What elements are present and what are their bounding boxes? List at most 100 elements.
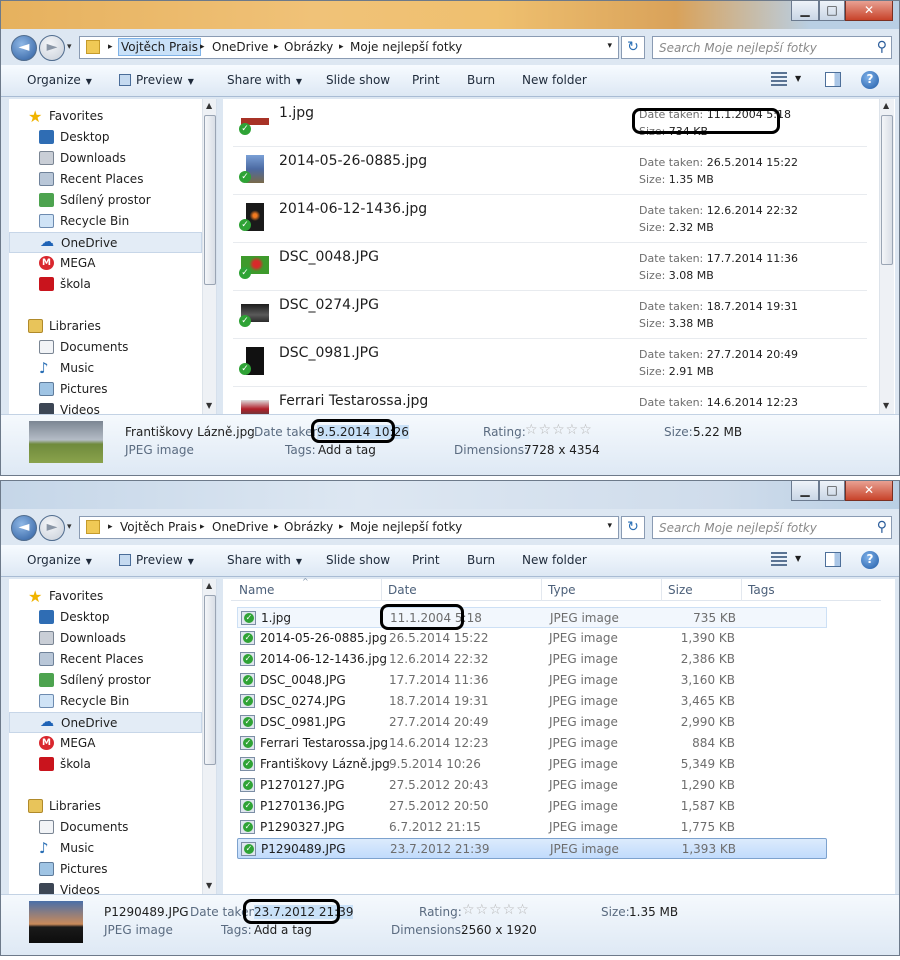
sidebar-item-mega[interactable]: M MEGA	[9, 253, 202, 274]
minimize-button[interactable]: ▁	[791, 1, 819, 21]
sidebar-item-onedrive[interactable]: ☁ OneDrive	[9, 232, 202, 253]
title-bar[interactable]: ▁ □ ✕	[1, 481, 899, 509]
sidebar-item-music[interactable]: ♪ Music	[9, 838, 202, 859]
sidebar-item-recycle-bin[interactable]: Recycle Bin	[9, 691, 202, 712]
sidebar-item-recycle-bin[interactable]: Recycle Bin	[9, 211, 202, 232]
organize-menu[interactable]: Organize ▼	[27, 553, 92, 567]
burn-button[interactable]: Burn	[467, 73, 495, 87]
column-tags[interactable]: Tags	[748, 583, 775, 597]
breadcrumb-moje-nejlepsi-fotky[interactable]: Moje nejlepší fotky	[350, 40, 462, 54]
table-row[interactable]: ✓ Ferrari Testarossa.jpg 14.6.2014 12:23 JP…	[237, 733, 827, 754]
table-row[interactable]: ✓ DSC_0274.JPG 18.7.2014 19:31 JPEG image 3,…	[237, 691, 827, 712]
view-options-icon[interactable]	[771, 552, 787, 568]
sidebar-favorites[interactable]: ★ Favorites	[9, 586, 202, 607]
forward-button[interactable]: ►	[39, 35, 65, 61]
nav-scrollbar[interactable]: ▲ ▼	[202, 99, 216, 414]
sidebar-item-documents[interactable]: Documents	[9, 337, 202, 358]
sidebar-item-recent-places[interactable]: Recent Places	[9, 169, 202, 190]
column-name[interactable]: Name	[239, 583, 274, 597]
address-dropdown-icon[interactable]: ▾	[607, 521, 612, 531]
slide-show-button[interactable]: Slide show	[326, 553, 390, 567]
sidebar-item-videos[interactable]: Videos	[9, 400, 202, 414]
print-button[interactable]: Print	[412, 553, 440, 567]
rating-stars[interactable]: ☆☆☆☆☆	[462, 902, 530, 918]
view-dropdown-icon[interactable]: ▼	[795, 74, 801, 83]
sidebar-item-sdileny-prostor[interactable]: Sdílený prostor	[9, 190, 202, 211]
chevron-right-icon[interactable]: ▸	[274, 522, 279, 532]
sidebar-item-videos[interactable]: Videos	[9, 880, 202, 894]
add-tag-field[interactable]: Add a tag	[318, 443, 376, 457]
table-row[interactable]: ✓ Františkovy Lázně.jpg 9.5.2014 10:26 JPEG…	[237, 754, 827, 775]
breadcrumb-onedrive[interactable]: OneDrive	[212, 520, 268, 534]
breadcrumb-obrazky[interactable]: Obrázky	[284, 40, 333, 54]
slide-show-button[interactable]: Slide show	[326, 73, 390, 87]
view-dropdown-icon[interactable]: ▼	[795, 554, 801, 563]
tile-item[interactable]: ✓ 2014-05-26-0885.jpg Date taken: 26.5.2…	[233, 147, 867, 195]
organize-menu[interactable]: Organize ▼	[27, 73, 92, 87]
maximize-button[interactable]: □	[819, 1, 845, 21]
preview-menu[interactable]: Preview ▼	[119, 553, 194, 567]
sidebar-item-desktop[interactable]: Desktop	[9, 607, 202, 628]
sidebar-item-mega[interactable]: M MEGA	[9, 733, 202, 754]
table-row[interactable]: ✓ 1.jpg 11.1.2004 5:18 JPEG image 735 KB	[237, 607, 827, 628]
sidebar-item-pictures[interactable]: Pictures	[9, 859, 202, 880]
sidebar-item-desktop[interactable]: Desktop	[9, 127, 202, 148]
rating-stars[interactable]: ☆☆☆☆☆	[525, 422, 593, 438]
sidebar-item-skola[interactable]: škola	[9, 274, 202, 295]
maximize-button[interactable]: □	[819, 481, 845, 501]
address-bar[interactable]: ▸ Vojtěch Prais ▸ OneDrive ▸ Obrázky ▸ M…	[79, 36, 619, 59]
chevron-right-icon[interactable]: ▸	[200, 42, 205, 52]
forward-button[interactable]: ►	[39, 515, 65, 541]
breadcrumb-moje-nejlepsi-fotky[interactable]: Moje nejlepší fotky	[350, 520, 462, 534]
view-options-icon[interactable]	[771, 72, 787, 88]
column-size[interactable]: Size	[668, 583, 693, 597]
address-bar[interactable]: ▸ Vojtěch Prais ▸ OneDrive ▸ Obrázky ▸ M…	[79, 516, 619, 539]
table-row[interactable]: ✓ P1270127.JPG 27.5.2012 20:43 JPEG image 1,…	[237, 775, 827, 796]
tile-item[interactable]: Ferrari Testarossa.jpg Date taken: 14.6.…	[233, 387, 867, 414]
breadcrumb-onedrive[interactable]: OneDrive	[212, 40, 268, 54]
minimize-button[interactable]: ▁	[791, 481, 819, 501]
back-button[interactable]: ◄	[11, 515, 37, 541]
preview-pane-icon[interactable]	[825, 552, 841, 567]
sidebar-favorites[interactable]: ★ Favorites	[9, 106, 202, 127]
search-icon[interactable]: ⚲	[877, 39, 887, 55]
nav-scrollbar[interactable]: ▲ ▼	[202, 579, 216, 894]
tile-item[interactable]: ✓ DSC_0274.JPG Date taken: 18.7.2014 19:…	[233, 291, 867, 339]
search-input[interactable]: Search Moje nejlepší fotky ⚲	[652, 516, 892, 539]
breadcrumb-vojtech-prais[interactable]: Vojtěch Prais	[120, 520, 197, 534]
refresh-button[interactable]: ↻	[621, 36, 645, 59]
close-button[interactable]: ✕	[845, 481, 893, 501]
tile-item[interactable]: ✓ DSC_0981.JPG Date taken: 27.7.2014 20:…	[233, 339, 867, 387]
refresh-button[interactable]: ↻	[621, 516, 645, 539]
sidebar-item-sdileny-prostor[interactable]: Sdílený prostor	[9, 670, 202, 691]
preview-menu[interactable]: Preview ▼	[119, 73, 194, 87]
table-row[interactable]: ✓ DSC_0981.JPG 27.7.2014 20:49 JPEG image 2,…	[237, 712, 827, 733]
column-type[interactable]: Type	[548, 583, 576, 597]
recent-pages-dropdown[interactable]: ▾	[67, 42, 72, 52]
new-folder-button[interactable]: New folder	[522, 553, 587, 567]
sidebar-item-pictures[interactable]: Pictures	[9, 379, 202, 400]
chevron-right-icon[interactable]: ▸	[200, 522, 205, 532]
back-button[interactable]: ◄	[11, 35, 37, 61]
chevron-right-icon[interactable]: ▸	[339, 522, 344, 532]
chevron-right-icon[interactable]: ▸	[274, 42, 279, 52]
sidebar-item-downloads[interactable]: Downloads	[9, 148, 202, 169]
table-row[interactable]: ✓ P1290327.JPG 6.7.2012 21:15 JPEG image 1,7…	[237, 817, 827, 838]
table-row[interactable]: ✓ 2014-05-26-0885.jpg 26.5.2014 15:22 JPEG …	[237, 628, 827, 649]
preview-pane-icon[interactable]	[825, 72, 841, 87]
help-icon[interactable]: ?	[861, 71, 879, 89]
sidebar-item-recent-places[interactable]: Recent Places	[9, 649, 202, 670]
table-row[interactable]: ✓ 2014-06-12-1436.jpg 12.6.2014 22:32 JPEG …	[237, 649, 827, 670]
chevron-right-icon[interactable]: ▸	[108, 522, 113, 532]
new-folder-button[interactable]: New folder	[522, 73, 587, 87]
table-row-selected[interactable]: ✓ P1290489.JPG 23.7.2012 21:39 JPEG image 1,…	[237, 838, 827, 859]
sidebar-libraries[interactable]: Libraries	[9, 796, 202, 817]
tile-item[interactable]: ✓ 2014-06-12-1436.jpg Date taken: 12.6.2…	[233, 195, 867, 243]
search-icon[interactable]: ⚲	[877, 519, 887, 535]
recent-pages-dropdown[interactable]: ▾	[67, 522, 72, 532]
sidebar-item-onedrive[interactable]: ☁ OneDrive	[9, 712, 202, 733]
column-date[interactable]: Date	[388, 583, 417, 597]
chevron-right-icon[interactable]: ▸	[339, 42, 344, 52]
search-input[interactable]: Search Moje nejlepší fotky ⚲	[652, 36, 892, 59]
sidebar-item-skola[interactable]: škola	[9, 754, 202, 775]
